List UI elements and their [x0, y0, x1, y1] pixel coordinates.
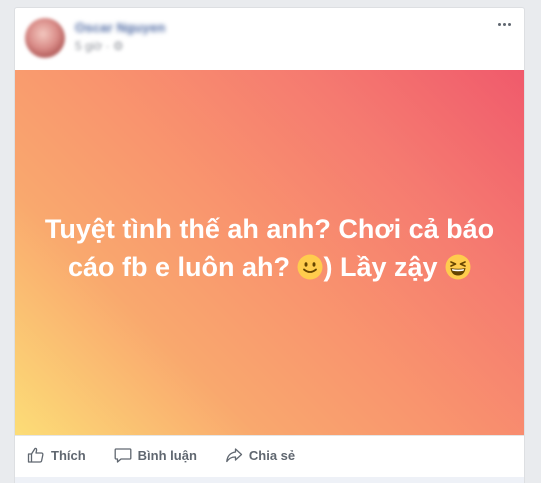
comment-label: Bình luận [137, 447, 197, 463]
thumbs-up-icon [27, 447, 44, 463]
avatar[interactable] [25, 18, 65, 58]
post-background: Tuyệt tình thế ah anh? Chơi cả báo cáo f… [15, 70, 524, 435]
post-header: Oscar Nguyen 5 giờ · ⚙ [15, 8, 524, 70]
more-options-icon[interactable] [494, 14, 514, 34]
share-button[interactable]: Chia sẻ [207, 436, 305, 474]
comment-icon [114, 448, 132, 463]
share-label: Chia sẻ [248, 447, 296, 463]
post-card: Oscar Nguyen 5 giờ · ⚙ Tuyệt tình thế ah… [14, 7, 525, 483]
post-text: Tuyệt tình thế ah anh? Chơi cả báo cáo f… [35, 210, 505, 286]
post-text-end: ) Lầy zậy [323, 251, 438, 282]
post-meta[interactable]: 5 giờ · ⚙ [75, 39, 124, 53]
like-label: Thích [51, 447, 86, 463]
like-button[interactable]: Thích [15, 436, 96, 474]
post-actions: Thích Bình luận Chia sẻ [15, 435, 524, 474]
grinning-squinting-face-icon [445, 254, 471, 279]
comment-area-strip [15, 477, 524, 483]
comment-button[interactable]: Bình luận [96, 436, 207, 474]
slightly-smiling-face-icon [297, 254, 323, 279]
share-icon [226, 448, 243, 463]
author-name[interactable]: Oscar Nguyen [75, 20, 166, 35]
